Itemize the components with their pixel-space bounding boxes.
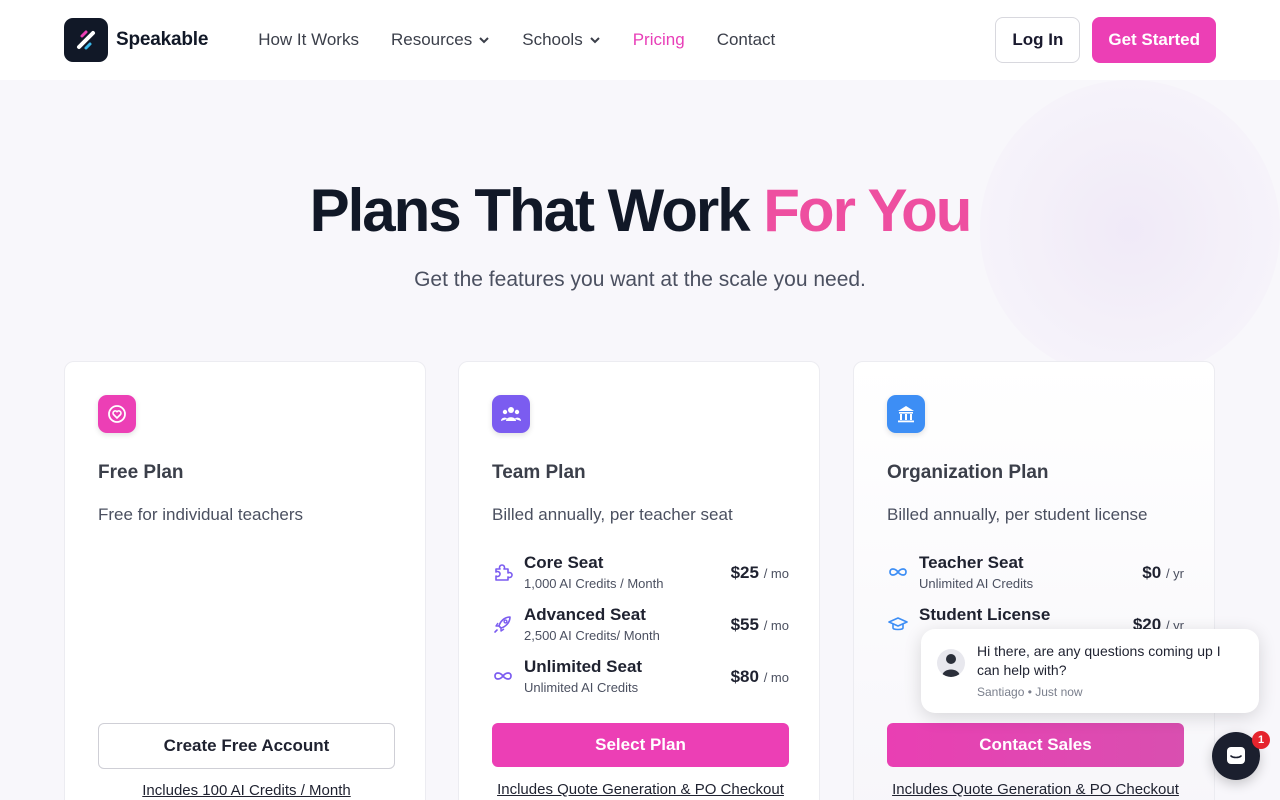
- main-nav: How It Works Resources Schools Pricing C…: [258, 30, 775, 50]
- plan-card-team: Team Plan Billed annually, per teacher s…: [458, 361, 820, 800]
- seat-credits: Unlimited AI Credits: [524, 680, 639, 695]
- heart-icon: [98, 395, 136, 433]
- page-title: Plans That Work For You: [309, 177, 973, 244]
- logo-mark-icon: [64, 18, 108, 62]
- avatar: [937, 649, 965, 677]
- infinity-icon: [889, 568, 907, 576]
- contact-sales-button[interactable]: Contact Sales: [887, 723, 1184, 767]
- seat-name: Student License: [919, 605, 1051, 624]
- page-subtitle: Get the features you want at the scale y…: [414, 268, 866, 291]
- logo-text: Speakable: [116, 29, 209, 50]
- seat-price: $25 / mo: [730, 563, 789, 582]
- puzzle-icon: [495, 564, 513, 581]
- seat-price: $0 / yr: [1142, 563, 1184, 582]
- plan-card-organization: Organization Plan Billed annually, per s…: [853, 361, 1215, 800]
- infinity-icon: [494, 672, 512, 680]
- chevron-down-icon: [590, 37, 600, 44]
- seat-name: Unlimited Seat: [524, 657, 643, 676]
- nav-resources[interactable]: Resources: [391, 30, 490, 50]
- select-plan-button[interactable]: Select Plan: [492, 723, 789, 767]
- plan-note-link[interactable]: Includes Quote Generation & PO Checkout: [887, 781, 1184, 798]
- plan-description: Free for individual teachers: [98, 505, 304, 524]
- rocket-icon: [494, 616, 511, 633]
- seat-credits: Unlimited AI Credits: [919, 576, 1034, 591]
- plan-note-link[interactable]: Includes Quote Generation & PO Checkout: [492, 781, 789, 798]
- nav-how-it-works[interactable]: How It Works: [258, 30, 359, 50]
- seat-name: Teacher Seat: [919, 553, 1024, 572]
- seat-price: $80 / mo: [730, 667, 789, 686]
- nav-schools[interactable]: Schools: [522, 30, 600, 50]
- plan-description: Billed annually, per teacher seat: [492, 505, 733, 524]
- notification-badge: 1: [1252, 731, 1270, 749]
- plan-name: Free Plan: [98, 462, 184, 483]
- chat-icon: [1227, 747, 1245, 764]
- bank-icon: [887, 395, 925, 433]
- chat-message-meta: Santiago • Just now: [977, 685, 1083, 699]
- seat-row-teacher: Teacher Seat Unlimited AI Credits $0 / y…: [887, 553, 1184, 597]
- login-button[interactable]: Log In: [995, 17, 1081, 63]
- chevron-down-icon: [479, 37, 489, 44]
- seat-credits: 1,000 AI Credits / Month: [524, 576, 664, 591]
- seat-name: Core Seat: [524, 553, 604, 572]
- seat-row-core: Core Seat 1,000 AI Credits / Month $25 /…: [492, 553, 789, 597]
- seat-row-unlimited: Unlimited Seat Unlimited AI Credits $80 …: [492, 657, 789, 701]
- plan-card-free: Free Plan Free for individual teachers C…: [64, 361, 426, 800]
- seat-name: Advanced Seat: [524, 605, 646, 624]
- graduation-cap-icon: [888, 617, 908, 631]
- nav-pricing[interactable]: Pricing: [633, 30, 685, 50]
- chat-message-text: Hi there, are any questions coming up I …: [977, 643, 1221, 678]
- users-icon: [492, 395, 530, 433]
- nav-contact[interactable]: Contact: [717, 30, 776, 50]
- plan-name: Organization Plan: [887, 462, 1049, 483]
- plan-note-link[interactable]: Includes 100 AI Credits / Month: [98, 782, 395, 799]
- logo[interactable]: Speakable: [64, 18, 208, 62]
- create-free-account-button[interactable]: Create Free Account: [98, 723, 395, 769]
- site-header: Speakable How It Works Resources Schools…: [0, 0, 1280, 80]
- plan-description: Billed annually, per student license: [887, 505, 1148, 524]
- get-started-button[interactable]: Get Started: [1092, 17, 1216, 63]
- seat-credits: 2,500 AI Credits/ Month: [524, 628, 660, 643]
- header-actions: Log In Get Started: [995, 17, 1216, 63]
- seat-price: $55 / mo: [730, 615, 789, 634]
- seat-row-advanced: Advanced Seat 2,500 AI Credits/ Month $5…: [492, 605, 789, 649]
- chat-message-popup[interactable]: Hi there, are any questions coming up I …: [921, 629, 1259, 713]
- plan-name: Team Plan: [492, 462, 586, 483]
